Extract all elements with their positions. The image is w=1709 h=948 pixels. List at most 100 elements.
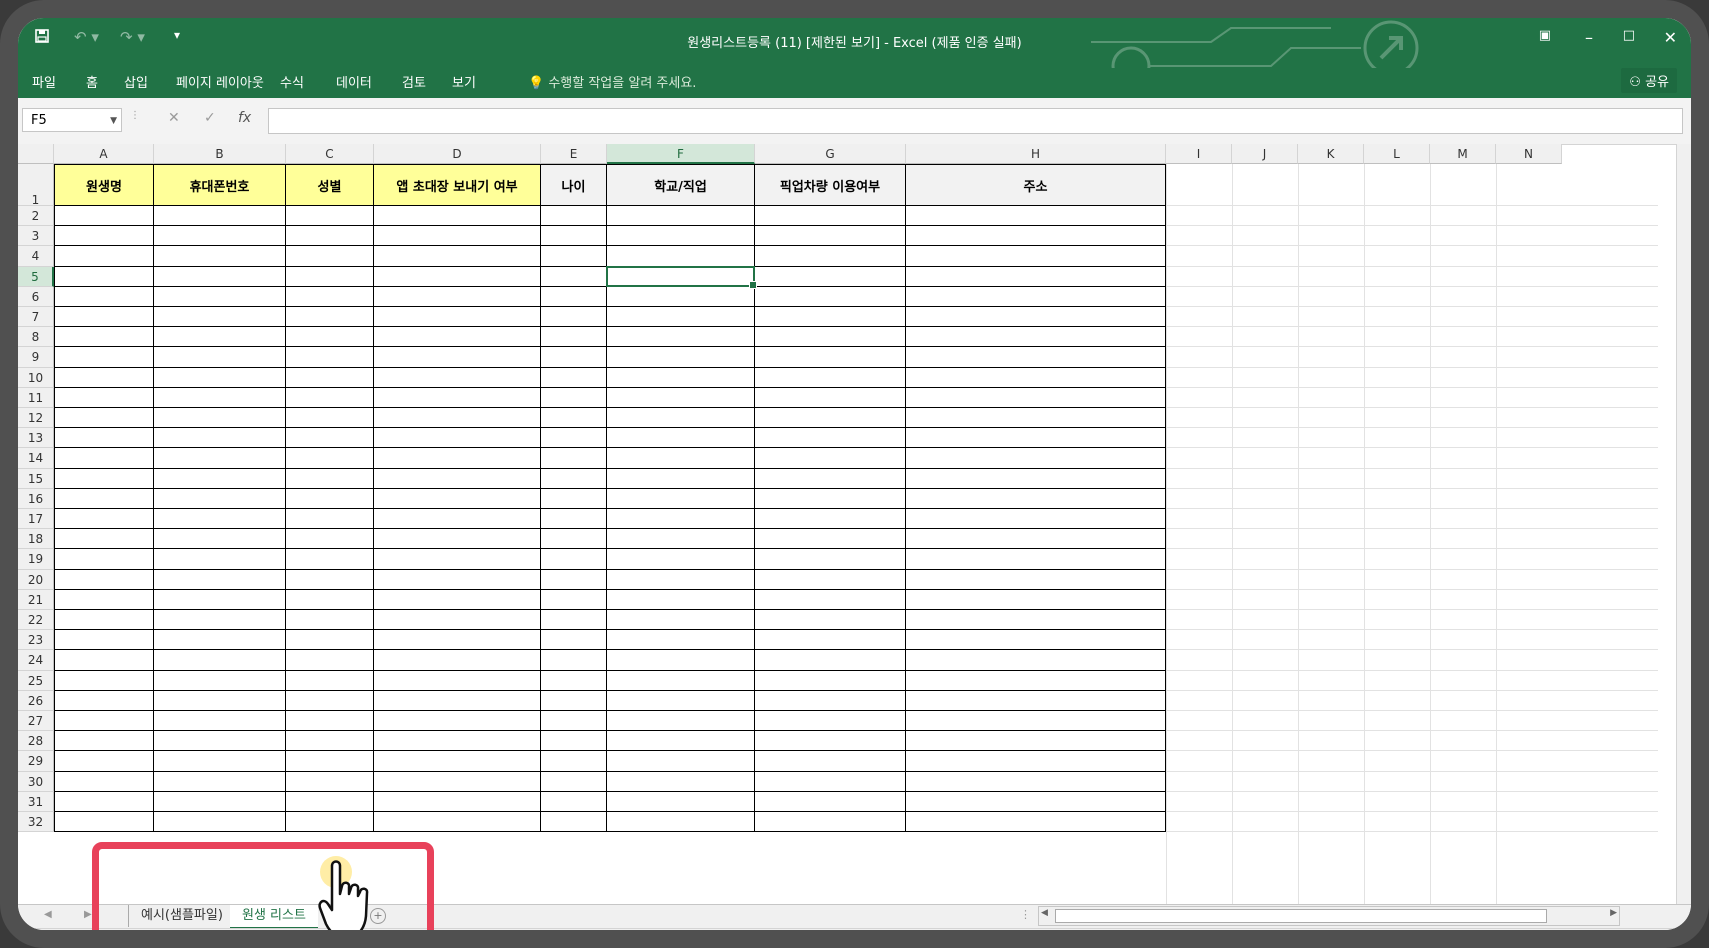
cell-C29[interactable] bbox=[286, 751, 374, 772]
cell-H11[interactable] bbox=[906, 387, 1166, 408]
row-header-21[interactable]: 21 bbox=[18, 589, 54, 610]
cell-G28[interactable] bbox=[755, 731, 906, 752]
cell-E30[interactable] bbox=[541, 771, 607, 792]
cell-H12[interactable] bbox=[906, 408, 1166, 429]
cell-B2[interactable] bbox=[154, 206, 286, 227]
cell-H31[interactable] bbox=[906, 791, 1166, 812]
cell-G12[interactable] bbox=[755, 408, 906, 429]
tab-review[interactable]: 검토 bbox=[402, 72, 426, 91]
cell-F15[interactable] bbox=[607, 468, 755, 489]
cell-D13[interactable] bbox=[374, 428, 541, 449]
cell-H16[interactable] bbox=[906, 488, 1166, 509]
cell-G9[interactable] bbox=[755, 347, 906, 368]
cell-D22[interactable] bbox=[374, 610, 541, 631]
cell-D4[interactable] bbox=[374, 246, 541, 267]
cell-E22[interactable] bbox=[541, 610, 607, 631]
cell-B23[interactable] bbox=[154, 630, 286, 651]
cell-B21[interactable] bbox=[154, 589, 286, 610]
cell-E2[interactable] bbox=[541, 206, 607, 227]
cell-D25[interactable] bbox=[374, 670, 541, 691]
cell-B10[interactable] bbox=[154, 367, 286, 388]
column-header-E[interactable]: E bbox=[541, 144, 607, 164]
normal-view-icon[interactable]: ▦ bbox=[1390, 935, 1411, 948]
row-header-7[interactable]: 7 bbox=[18, 307, 54, 328]
row-header-25[interactable]: 25 bbox=[18, 670, 54, 691]
cell-H6[interactable] bbox=[906, 286, 1166, 307]
cell-H10[interactable] bbox=[906, 367, 1166, 388]
cell-C5[interactable] bbox=[286, 266, 374, 287]
row-header-22[interactable]: 22 bbox=[18, 610, 54, 631]
cell-F21[interactable] bbox=[607, 589, 755, 610]
scroll-right-icon[interactable]: ▶ bbox=[1610, 908, 1617, 918]
cell-F4[interactable] bbox=[607, 246, 755, 267]
cell-E3[interactable] bbox=[541, 226, 607, 247]
cell-F7[interactable] bbox=[607, 307, 755, 328]
cell-D5[interactable] bbox=[374, 266, 541, 287]
cell-G21[interactable] bbox=[755, 589, 906, 610]
cell-C18[interactable] bbox=[286, 529, 374, 550]
cell-E21[interactable] bbox=[541, 589, 607, 610]
worksheet-grid[interactable]: A B C D E F G H I J K L M N 1 원생명 휴대폰번호 성별 앱 초대장 보내기 여부 나이 학… bbox=[18, 144, 1658, 904]
cell-E11[interactable] bbox=[541, 387, 607, 408]
cell-A18[interactable] bbox=[54, 529, 154, 550]
cell-D18[interactable] bbox=[374, 529, 541, 550]
cell-B12[interactable] bbox=[154, 408, 286, 429]
cell-F23[interactable] bbox=[607, 630, 755, 651]
cell-E5[interactable] bbox=[541, 266, 607, 287]
cell-H15[interactable] bbox=[906, 468, 1166, 489]
row-header-26[interactable]: 26 bbox=[18, 690, 54, 711]
cell-G13[interactable] bbox=[755, 428, 906, 449]
cell-H21[interactable] bbox=[906, 589, 1166, 610]
cell-C15[interactable] bbox=[286, 468, 374, 489]
tab-view[interactable]: 보기 bbox=[452, 72, 476, 91]
vertical-scrollbar[interactable] bbox=[1676, 144, 1691, 904]
cell-E28[interactable] bbox=[541, 731, 607, 752]
cell-C19[interactable] bbox=[286, 549, 374, 570]
cell-F9[interactable] bbox=[607, 347, 755, 368]
cell-G20[interactable] bbox=[755, 569, 906, 590]
header-cell-G[interactable]: 픽업차량 이용여부 bbox=[755, 164, 906, 206]
cell-C3[interactable] bbox=[286, 226, 374, 247]
minimize-icon[interactable]: – bbox=[1585, 28, 1593, 47]
cell-D12[interactable] bbox=[374, 408, 541, 429]
cell-D3[interactable] bbox=[374, 226, 541, 247]
page-layout-view-icon[interactable]: ▤ bbox=[1432, 935, 1445, 948]
cell-F13[interactable] bbox=[607, 428, 755, 449]
cell-A21[interactable] bbox=[54, 589, 154, 610]
cell-E10[interactable] bbox=[541, 367, 607, 388]
cell-B8[interactable] bbox=[154, 327, 286, 348]
select-all-corner[interactable] bbox=[18, 144, 54, 164]
cell-C16[interactable] bbox=[286, 488, 374, 509]
cell-H18[interactable] bbox=[906, 529, 1166, 550]
cell-H2[interactable] bbox=[906, 206, 1166, 227]
cell-E23[interactable] bbox=[541, 630, 607, 651]
zoom-level[interactable]: 100 % bbox=[1647, 936, 1685, 948]
cell-A9[interactable] bbox=[54, 347, 154, 368]
cell-F16[interactable] bbox=[607, 488, 755, 509]
cell-C9[interactable] bbox=[286, 347, 374, 368]
ribbon-display-options-icon[interactable]: ▣ bbox=[1539, 28, 1551, 43]
cell-B16[interactable] bbox=[154, 488, 286, 509]
row-header-18[interactable]: 18 bbox=[18, 529, 54, 550]
cell-E9[interactable] bbox=[541, 347, 607, 368]
cell-A8[interactable] bbox=[54, 327, 154, 348]
cell-C14[interactable] bbox=[286, 448, 374, 469]
cell-A29[interactable] bbox=[54, 751, 154, 772]
cell-E7[interactable] bbox=[541, 307, 607, 328]
cell-E4[interactable] bbox=[541, 246, 607, 267]
cell-A24[interactable] bbox=[54, 650, 154, 671]
zoom-out-icon[interactable]: – bbox=[1504, 933, 1512, 948]
cell-B24[interactable] bbox=[154, 650, 286, 671]
cell-G18[interactable] bbox=[755, 529, 906, 550]
cell-A20[interactable] bbox=[54, 569, 154, 590]
cell-B11[interactable] bbox=[154, 387, 286, 408]
maximize-icon[interactable]: □ bbox=[1623, 28, 1635, 43]
cell-E16[interactable] bbox=[541, 488, 607, 509]
cell-E12[interactable] bbox=[541, 408, 607, 429]
cell-E15[interactable] bbox=[541, 468, 607, 489]
cell-C6[interactable] bbox=[286, 286, 374, 307]
cell-D32[interactable] bbox=[374, 812, 541, 833]
cell-H4[interactable] bbox=[906, 246, 1166, 267]
cell-G30[interactable] bbox=[755, 771, 906, 792]
cell-F2[interactable] bbox=[607, 206, 755, 227]
